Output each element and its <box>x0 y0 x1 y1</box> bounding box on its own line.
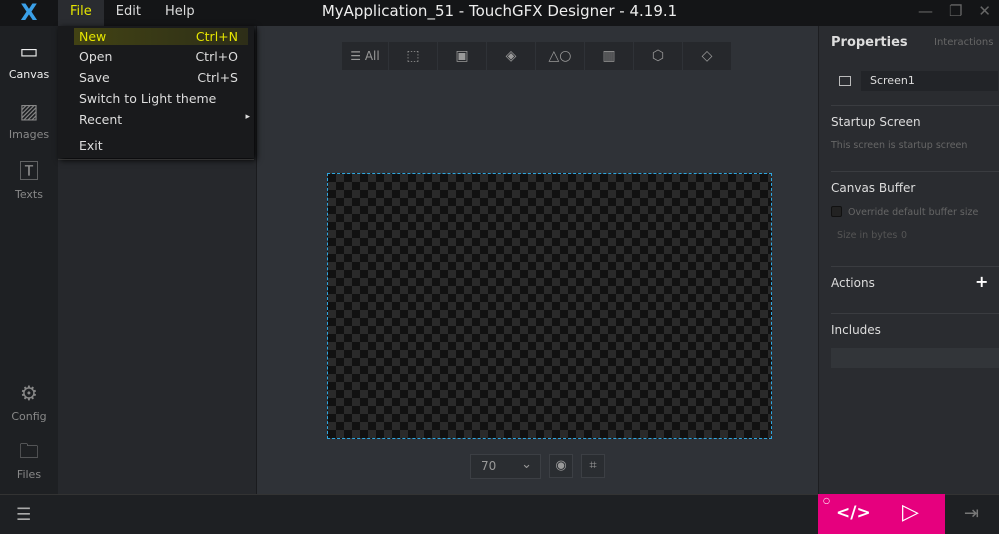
menu-item-save[interactable]: Save Ctrl+S <box>79 70 238 85</box>
sign-in-icon[interactable]: ⇥ <box>964 503 979 524</box>
divider <box>831 313 999 314</box>
actions-heading: Actions <box>831 276 875 290</box>
shapes-category[interactable]: △○ <box>536 42 584 70</box>
restore-icon[interactable]: ❐ <box>949 2 962 20</box>
left-nav: ▭ Canvas ▨ Images 🅃 Texts ⚙ Config 🗀 Files <box>0 26 58 494</box>
progress-category[interactable]: ▥ <box>585 42 633 70</box>
override-buffer-label: Override default buffer size <box>848 207 979 218</box>
nav-canvas[interactable]: ▭ Canvas <box>0 38 58 81</box>
canvas-icon: ▭ <box>19 39 39 63</box>
nav-images[interactable]: ▨ Images <box>0 98 58 141</box>
containers-category[interactable]: ◈ <box>487 42 535 70</box>
chevron-down-icon: ⌄ <box>521 457 532 472</box>
folder-icon: 🗀 <box>19 439 39 463</box>
stack-icon: ◇ <box>701 48 713 64</box>
startup-screen-text: This screen is startup screen <box>831 140 968 151</box>
includes-heading: Includes <box>831 323 881 337</box>
menu-icon: ☰ <box>350 49 365 63</box>
file-menu-dropdown: New Ctrl+N Open Ctrl+O Save Ctrl+S Switch t… <box>58 26 254 160</box>
widget-toolbar: ☰ All ⬚ ▣ ◈ △○ ▥ ⬡ ◇ <box>342 42 731 70</box>
run-panel: ○ </> ▷ <box>818 494 945 534</box>
layers-icon: ◈ <box>505 48 517 64</box>
chevron-right-icon: ▸ <box>245 112 250 122</box>
screen-canvas[interactable] <box>327 173 772 439</box>
crop-icon: ⌗ <box>589 458 597 473</box>
progress-icon: ▥ <box>602 48 616 64</box>
divider <box>831 105 999 106</box>
cube-icon: ⬡ <box>651 48 665 64</box>
menu-item-recent[interactable]: Recent ▸ <box>79 112 250 127</box>
zoom-select[interactable]: 70 ⌄ <box>470 454 541 479</box>
nav-files[interactable]: 🗀 Files <box>0 438 58 481</box>
image-icon: ▨ <box>19 99 39 123</box>
menu-item-open[interactable]: Open Ctrl+O <box>79 49 238 64</box>
includes-input[interactable] <box>831 348 999 368</box>
add-action-button[interactable]: + <box>975 272 988 291</box>
divider <box>831 171 999 172</box>
buttons-category[interactable]: ⬚ <box>389 42 437 70</box>
hamburger-icon[interactable]: ☰ <box>16 505 31 525</box>
button-press-icon: ⬚ <box>406 48 420 64</box>
filter-all-button[interactable]: ☰ All <box>342 42 388 70</box>
shapes-icon: △○ <box>548 48 572 64</box>
misc-category[interactable]: ◇ <box>683 42 731 70</box>
text-icon: 🅃 <box>19 159 39 183</box>
window-title: MyApplication_51 - TouchGFX Designer - 4… <box>321 2 678 20</box>
image-icon: ▣ <box>455 48 469 64</box>
images-category[interactable]: ▣ <box>438 42 486 70</box>
window-controls: — ❐ ✕ <box>918 2 991 20</box>
close-icon[interactable]: ✕ <box>978 2 991 20</box>
screen-icon <box>839 76 851 86</box>
canvas-buffer-heading: Canvas Buffer <box>831 181 916 195</box>
focus-icon: ◉ <box>555 458 567 473</box>
menu-item-new[interactable]: New Ctrl+N <box>74 28 248 45</box>
status-dot-icon: ○ <box>823 496 830 505</box>
tab-interactions[interactable]: Interactions <box>934 37 993 48</box>
generate-code-button[interactable]: </> <box>836 503 871 523</box>
startup-screen-heading: Startup Screen <box>831 115 921 129</box>
gear-icon: ⚙ <box>20 381 38 405</box>
menu-item-light-theme[interactable]: Switch to Light theme <box>79 91 238 106</box>
divider <box>831 266 999 267</box>
size-in-bytes-value: 0 <box>901 230 908 241</box>
menu-separator <box>58 159 254 160</box>
override-buffer-checkbox[interactable] <box>831 206 842 217</box>
minimize-icon[interactable]: — <box>918 2 933 20</box>
3d-category[interactable]: ⬡ <box>634 42 682 70</box>
size-in-bytes-label: Size in bytes <box>837 230 898 241</box>
screen-name-input[interactable]: Screen1 <box>861 71 998 91</box>
nav-config[interactable]: ⚙ Config <box>0 380 58 423</box>
menu-item-exit[interactable]: Exit <box>79 138 238 153</box>
fit-screen-button[interactable]: ◉ <box>549 454 573 478</box>
crop-button[interactable]: ⌗ <box>581 454 605 478</box>
run-simulator-button[interactable]: ▷ <box>902 500 919 525</box>
properties-panel: Properties Interactions Screen1 Startup … <box>818 26 999 494</box>
nav-texts[interactable]: 🅃 Texts <box>0 158 58 201</box>
title-bar: X File Edit Help MyApplication_51 - Touc… <box>0 0 999 26</box>
tab-properties[interactable]: Properties <box>831 35 908 50</box>
